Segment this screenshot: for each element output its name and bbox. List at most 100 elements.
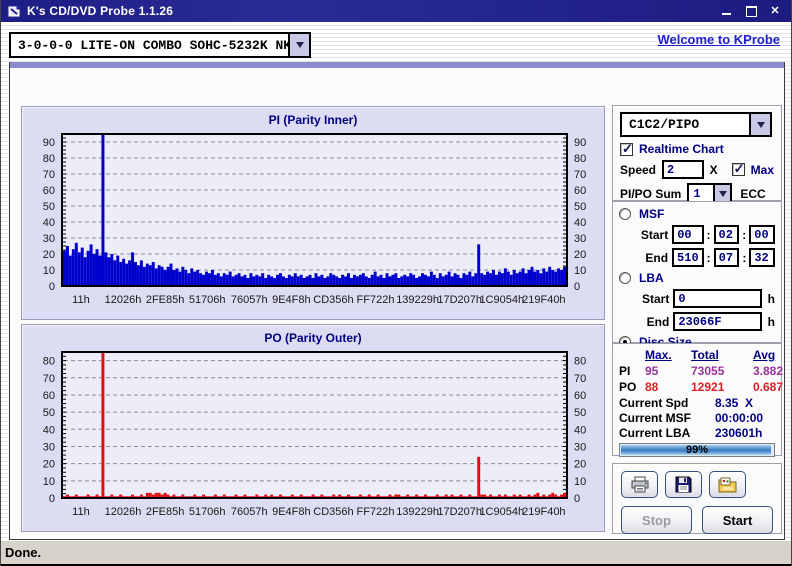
realtime-chart-label: Realtime Chart [639,142,724,156]
status-bar: Done. [1,540,791,566]
mode-combo-arrow[interactable] [749,114,770,135]
progress-percent-label: 99% [620,444,774,457]
svg-text:90: 90 [574,137,586,149]
msf-start-min-input[interactable]: 00 [672,225,703,244]
svg-text:FF722h: FF722h [357,506,395,518]
svg-text:50: 50 [43,407,55,419]
export-image-button[interactable] [709,471,746,498]
msf-end-frame-input[interactable]: 32 [749,248,775,267]
svg-text:9E4F8h: 9E4F8h [272,506,311,518]
svg-text:PO (Parity Outer): PO (Parity Outer) [264,331,361,345]
svg-text:80: 80 [574,153,586,165]
pi-stats-row: PI 95 73055 3.882 [619,364,775,378]
printer-icon [630,476,650,493]
stop-button[interactable]: Stop [621,506,692,534]
svg-text:70: 70 [574,169,586,181]
msf-end-min-input[interactable]: 510 [672,248,704,267]
msf-separator: : [742,228,746,242]
svg-text:17D207h: 17D207h [437,506,482,518]
save-button[interactable] [665,471,702,498]
chevron-down-icon [757,122,765,128]
mode-combo-value: C1C2/PIPO [622,114,749,135]
pi-chart-box: PI (Parity Inner)00101020203030404050506… [21,106,605,320]
drive-select-arrow[interactable] [288,34,309,56]
svg-text:80: 80 [43,356,55,368]
ecc-label: ECC [740,187,765,201]
current-msf-value: 00:00:00 [715,411,775,425]
svg-text:76057h: 76057h [231,506,268,518]
po-chart: PO (Parity Outer)00101020203030404050506… [22,325,604,531]
msf-start-frame-input[interactable]: 00 [749,225,775,244]
svg-text:2FE85h: 2FE85h [146,506,185,518]
app-icon [7,5,21,18]
svg-text:40: 40 [574,217,586,229]
current-spd-label: Current Spd [619,396,715,410]
lba-start-input[interactable]: 0 [673,289,761,308]
svg-text:51706h: 51706h [189,294,226,306]
svg-text:51706h: 51706h [189,506,226,518]
current-spd-value: 8.35 X [715,396,775,410]
current-lba-value: 230601h [715,426,775,440]
window-title: K's CD/DVD Probe 1.1.26 [27,4,715,18]
lba-radio[interactable] [619,272,631,284]
svg-text:20: 20 [574,459,586,471]
svg-text:0: 0 [574,281,580,293]
save-icon [675,476,692,493]
status-text: Done. [5,545,41,560]
scan-settings-box: C1C2/PIPO Realtime Chart Speed 2 X Max P… [612,105,782,201]
max-speed-checkbox[interactable] [732,163,745,176]
actions-box: Stop Start [612,463,782,534]
po-max-value: 88 [645,380,691,394]
svg-text:CD356h: CD356h [313,294,353,306]
svg-text:219F40h: 219F40h [522,294,565,306]
msf-separator: : [707,228,711,242]
close-button[interactable]: ✕ [769,6,781,16]
svg-text:70: 70 [43,373,55,385]
current-msf-label: Current MSF [619,411,715,425]
msf-radio[interactable] [619,208,631,220]
po-row-label: PO [619,380,645,394]
po-avg-value: 0.687 [753,380,783,394]
msf-start-sec-input[interactable]: 02 [714,225,740,244]
pi-max-value: 95 [645,364,691,378]
pi-chart: PI (Parity Inner)00101020203030404050506… [22,107,604,319]
pi-total-value: 73055 [691,364,753,378]
msf-end-sec-input[interactable]: 07 [714,248,740,267]
svg-text:40: 40 [574,424,586,436]
svg-text:1C9054h: 1C9054h [479,506,524,518]
drive-select-combo[interactable]: 3-0-0-0 LITE-ON COMBO SOHC-5232K NK07 [9,32,311,58]
svg-text:17D207h: 17D207h [437,294,482,306]
export-image-icon [718,477,737,493]
svg-text:50: 50 [574,201,586,213]
svg-text:0: 0 [49,493,55,505]
lba-end-input[interactable]: 23066F [673,312,761,331]
welcome-kprobe-link[interactable]: Welcome to KProbe [657,32,780,47]
svg-text:12026h: 12026h [105,506,142,518]
svg-text:PI (Parity Inner): PI (Parity Inner) [269,113,358,127]
pipo-sum-arrow[interactable] [713,185,730,202]
svg-text:0: 0 [574,493,580,505]
svg-text:30: 30 [43,233,55,245]
start-button[interactable]: Start [702,506,773,534]
scan-progress-bar: 99% [619,443,775,457]
realtime-chart-checkbox[interactable] [620,143,633,156]
svg-text:219F40h: 219F40h [522,506,565,518]
svg-text:1C9054h: 1C9054h [479,294,524,306]
svg-text:60: 60 [43,185,55,197]
svg-text:0: 0 [49,281,55,293]
maximize-button[interactable] [745,6,757,16]
mode-combo[interactable]: C1C2/PIPO [620,112,772,137]
tab-strip-accent [10,62,784,68]
svg-text:60: 60 [574,185,586,197]
svg-text:60: 60 [43,390,55,402]
print-button[interactable] [621,471,658,498]
speed-input[interactable]: 2 [662,160,704,179]
svg-text:80: 80 [574,356,586,368]
speed-unit-label: X [710,163,718,177]
po-stats-row: PO 88 12921 0.687 [619,380,775,394]
minimize-button[interactable] [721,6,733,16]
title-bar: K's CD/DVD Probe 1.1.26 ✕ [1,0,791,22]
svg-text:40: 40 [43,424,55,436]
stats-header-max: Max. [645,348,691,362]
po-chart-box: PO (Parity Outer)00101020203030404050506… [21,324,605,532]
